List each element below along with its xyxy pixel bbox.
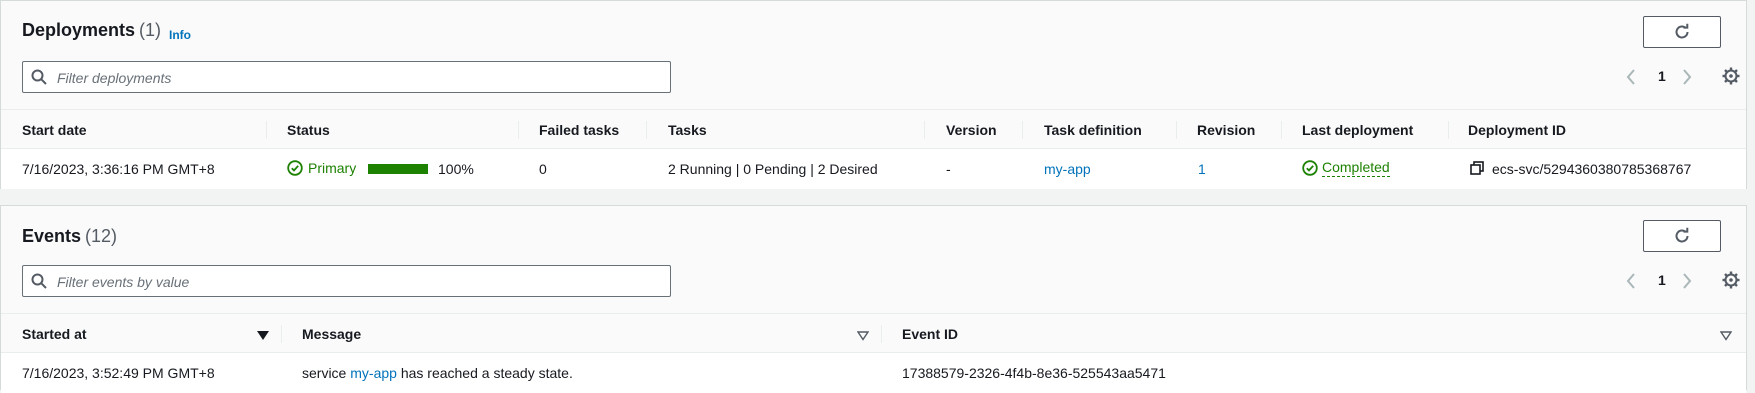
- page-number[interactable]: 1: [1658, 68, 1666, 84]
- table-row[interactable]: 7/16/2023, 3:36:16 PM GMT+8 Primary 100%…: [1, 149, 1746, 189]
- deployments-search[interactable]: [22, 61, 671, 93]
- progress-label: 100%: [438, 161, 474, 177]
- column-started-at[interactable]: Started at: [22, 326, 87, 342]
- column-failed-tasks[interactable]: Failed tasks: [539, 122, 619, 138]
- message-suffix: has reached a steady state.: [400, 365, 573, 381]
- sort-icon[interactable]: [1719, 328, 1733, 344]
- events-table-header: Started at Message Event ID: [1, 313, 1746, 353]
- column-divider: [266, 121, 267, 139]
- column-message[interactable]: Message: [302, 326, 361, 342]
- message-prefix: service: [302, 365, 347, 381]
- column-revision[interactable]: Revision: [1197, 122, 1255, 138]
- chevron-left-icon[interactable]: [1626, 273, 1636, 292]
- deployments-search-input[interactable]: [55, 66, 659, 90]
- last-deployment-status[interactable]: Completed: [1302, 159, 1390, 177]
- gear-icon[interactable]: [1722, 67, 1740, 88]
- deployment-id-cell: ecs-svc/5294360380785368767: [1492, 161, 1692, 177]
- events-title: Events: [22, 226, 82, 246]
- column-divider: [518, 121, 519, 139]
- check-circle-icon: [1302, 160, 1318, 176]
- refresh-icon: [1675, 23, 1689, 39]
- column-version[interactable]: Version: [946, 122, 997, 138]
- events-search-input[interactable]: [55, 270, 659, 294]
- deployments-count: (1): [139, 20, 162, 40]
- version-cell: -: [946, 161, 951, 177]
- chevron-left-icon[interactable]: [1626, 69, 1636, 88]
- deployments-panel: Deployments(1) Info 1 Start date Status …: [0, 0, 1747, 189]
- revision-link[interactable]: 1: [1198, 161, 1206, 177]
- column-status[interactable]: Status: [287, 122, 330, 138]
- column-divider: [1281, 121, 1282, 139]
- deployments-header: Deployments (1): [22, 20, 161, 41]
- task-definition-link[interactable]: my-app: [1044, 161, 1091, 177]
- last-deployment-label: Completed: [1322, 159, 1390, 177]
- column-start-date[interactable]: Start date: [22, 122, 87, 138]
- tasks-cell: 2 Running | 0 Pending | 2 Desired: [668, 161, 878, 177]
- deployments-refresh-button[interactable]: [1643, 16, 1721, 48]
- search-icon: [31, 69, 47, 88]
- start-date-cell: 7/16/2023, 3:36:16 PM GMT+8: [22, 161, 215, 177]
- column-divider: [881, 325, 882, 343]
- status-badge: Primary: [287, 160, 356, 176]
- events-pagination: 1: [1546, 269, 1746, 293]
- deployments-title: Deployments: [22, 20, 136, 40]
- status-label: Primary: [308, 160, 357, 176]
- chevron-right-icon[interactable]: [1682, 273, 1692, 292]
- table-row[interactable]: 7/16/2023, 3:52:49 PM GMT+8 service my-a…: [1, 353, 1746, 393]
- sort-icon[interactable]: [856, 328, 870, 344]
- events-header: Events (12): [22, 226, 117, 247]
- page-number[interactable]: 1: [1658, 272, 1666, 288]
- column-event-id[interactable]: Event ID: [902, 326, 958, 342]
- sort-desc-icon[interactable]: [257, 328, 269, 344]
- failed-tasks-cell: 0: [539, 161, 547, 177]
- events-panel: Events(12) 1 Started at Message Event ID…: [0, 205, 1747, 393]
- events-count: (12): [85, 226, 118, 246]
- refresh-icon: [1675, 227, 1689, 243]
- events-search[interactable]: [22, 265, 671, 297]
- column-divider: [1448, 121, 1449, 139]
- column-divider: [1176, 121, 1177, 139]
- service-link[interactable]: my-app: [350, 365, 397, 381]
- column-last-deployment[interactable]: Last deployment: [1302, 122, 1413, 138]
- column-divider: [281, 325, 282, 343]
- column-divider: [646, 121, 647, 139]
- deployment-progress-bar: [368, 164, 428, 174]
- column-deployment-id[interactable]: Deployment ID: [1468, 122, 1566, 138]
- event-id-cell: 17388579-2326-4f4b-8e36-525543aa5471: [902, 365, 1166, 381]
- column-divider: [924, 121, 925, 139]
- column-task-definition[interactable]: Task definition: [1044, 122, 1142, 138]
- deployments-table-header: Start date Status Failed tasks Tasks Ver…: [1, 109, 1746, 149]
- deployments-pagination: 1: [1546, 65, 1746, 89]
- chevron-right-icon[interactable]: [1682, 69, 1692, 88]
- column-divider: [1022, 121, 1023, 139]
- started-at-cell: 7/16/2023, 3:52:49 PM GMT+8: [22, 365, 215, 381]
- copy-icon[interactable]: [1470, 161, 1484, 178]
- gear-icon[interactable]: [1722, 271, 1740, 292]
- events-refresh-button[interactable]: [1643, 220, 1721, 252]
- column-tasks[interactable]: Tasks: [668, 122, 707, 138]
- message-cell: service my-app has reached a steady stat…: [302, 365, 573, 381]
- info-link[interactable]: Info: [169, 28, 191, 42]
- search-icon: [31, 273, 47, 292]
- check-circle-icon: [287, 160, 303, 176]
